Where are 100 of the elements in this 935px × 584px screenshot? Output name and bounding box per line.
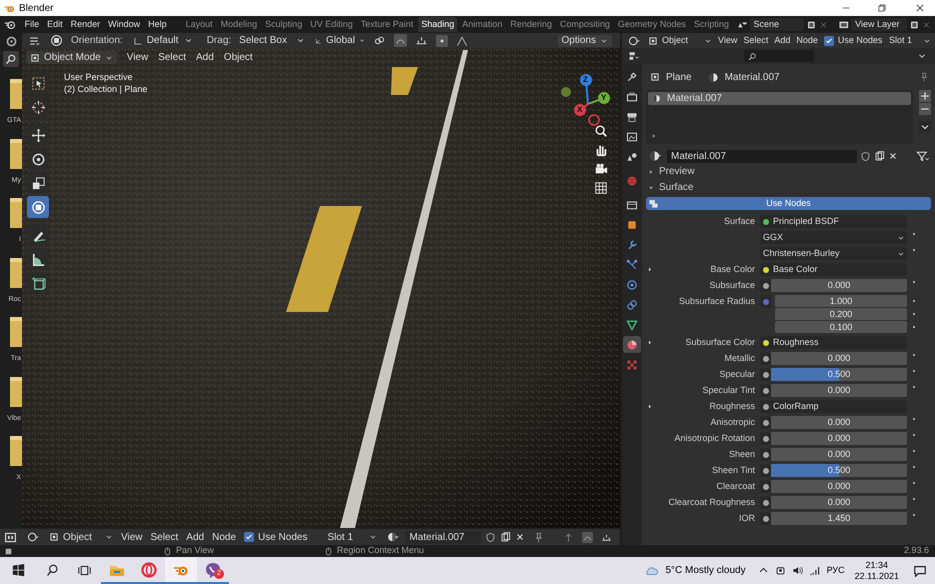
menu-item[interactable]: Window — [105, 18, 144, 32]
material-name-field[interactable]: Material.007 — [405, 530, 482, 544]
menu-item[interactable]: Help — [145, 18, 170, 32]
camera-icon[interactable] — [774, 565, 786, 576]
slot-dropdown[interactable]: Slot 1 — [889, 34, 931, 48]
panel-header[interactable]: Preview — [646, 164, 931, 179]
slot-dropdown[interactable]: Slot 1 — [327, 530, 378, 544]
expand-arrow-icon[interactable] — [651, 133, 657, 139]
workspace-tab[interactable]: Compositing — [556, 17, 613, 32]
keyframe-dot-icon[interactable] — [911, 352, 917, 358]
wifi-icon[interactable] — [808, 565, 820, 576]
tool-button[interactable] — [27, 72, 49, 94]
gear-icon[interactable] — [4, 35, 18, 48]
camera-icon[interactable] — [594, 162, 608, 176]
value-slider[interactable]: 1.450 — [771, 512, 907, 525]
restore-icon[interactable] — [877, 3, 887, 13]
workspace-tab[interactable]: Sculpting — [262, 17, 306, 32]
orientation-dropdown[interactable]: Default — [132, 33, 193, 48]
workspace-tab[interactable]: Shading — [418, 17, 458, 32]
workspace-tab[interactable]: Scripting — [690, 17, 732, 32]
drag-dropdown[interactable]: Select Box — [239, 33, 306, 48]
material-name-field[interactable]: Material.007 — [667, 150, 857, 162]
keyframe-dot-icon[interactable] — [911, 512, 917, 518]
task-view-icon[interactable] — [78, 564, 91, 577]
menu-item[interactable]: Add — [196, 50, 214, 65]
vector-component-field[interactable]: 1.000 — [775, 295, 907, 307]
checkbox-label[interactable]: Use Nodes — [258, 530, 308, 544]
menu-item[interactable]: Add — [186, 530, 204, 544]
pin-icon[interactable] — [533, 532, 544, 542]
tool-button[interactable] — [27, 248, 49, 270]
tool-button[interactable] — [27, 224, 49, 246]
workspace-tab[interactable]: Layout — [182, 17, 216, 32]
distribution-dropdown[interactable]: Christensen-Burley — [760, 247, 907, 260]
expand-arrow-icon[interactable] — [648, 267, 653, 272]
value-slider[interactable]: 0.000 — [771, 416, 907, 429]
add-icon[interactable] — [919, 90, 931, 102]
keyframe-dot-icon[interactable] — [911, 298, 917, 304]
menu-item[interactable]: Node — [212, 530, 236, 544]
expand-arrow-icon[interactable] — [648, 404, 653, 409]
editor-type-icon[interactable] — [4, 530, 17, 544]
linked-node-field[interactable]: Roughness — [771, 336, 907, 349]
transform-icon[interactable] — [50, 34, 63, 47]
notifications-icon[interactable] — [913, 564, 927, 578]
search-icon[interactable] — [3, 51, 19, 67]
menu-item[interactable]: Select — [150, 530, 178, 544]
search-field[interactable] — [744, 50, 814, 62]
folder-thumbnail[interactable] — [10, 258, 22, 288]
remove-icon[interactable] — [919, 103, 931, 115]
shader-type-icon[interactable] — [626, 34, 642, 46]
tool-button[interactable] — [27, 96, 49, 118]
copy-icon[interactable] — [500, 532, 512, 542]
taskbar-app-button[interactable] — [165, 557, 197, 584]
panel-header[interactable]: Surface — [646, 180, 931, 195]
close-icon[interactable] — [915, 3, 925, 13]
keyframe-dot-icon[interactable] — [911, 448, 917, 454]
menu-item[interactable]: Edit — [44, 18, 66, 32]
breadcrumb-item[interactable]: Plane — [666, 70, 692, 84]
keyframe-dot-icon[interactable] — [911, 368, 917, 374]
menu-item[interactable]: Render — [68, 18, 104, 32]
menu-item[interactable]: View — [718, 34, 738, 48]
linked-node-field[interactable]: Base Color — [771, 263, 907, 276]
folder-thumbnail[interactable] — [10, 436, 22, 466]
grid-icon[interactable] — [594, 181, 608, 195]
tool-button[interactable] — [27, 124, 49, 146]
copy-icon[interactable] — [874, 150, 885, 162]
view-layer-field[interactable]: View Layer — [851, 18, 908, 31]
value-slider[interactable]: 0.000 — [771, 448, 907, 461]
linked-node-field[interactable]: ColorRamp — [771, 400, 907, 413]
value-slider[interactable]: 0.000 — [771, 279, 907, 292]
menu-item[interactable]: File — [22, 18, 42, 32]
pin-icon[interactable] — [919, 72, 929, 82]
snap-icon[interactable] — [582, 532, 593, 542]
checkbox-label[interactable]: Use Nodes — [838, 34, 882, 48]
value-slider[interactable]: 0.000 — [771, 352, 907, 365]
menu-item[interactable]: View — [126, 50, 148, 65]
mode-dropdown[interactable]: Object Mode — [26, 51, 117, 64]
object-dropdown[interactable]: Object — [49, 530, 113, 544]
tool-button[interactable] — [27, 172, 49, 194]
shield-icon[interactable] — [860, 150, 871, 162]
workspace-tab[interactable]: Rendering — [507, 17, 555, 32]
keyframe-dot-icon[interactable] — [911, 311, 917, 317]
copy-icon[interactable] — [806, 18, 817, 30]
keyframe-dot-icon[interactable] — [911, 384, 917, 390]
workspace-tab[interactable]: Animation — [459, 17, 506, 32]
workspace-tab[interactable]: UV Editing — [307, 17, 356, 32]
scene-field[interactable]: Scene — [750, 18, 804, 31]
folder-thumbnail[interactable] — [10, 198, 22, 228]
slot-list-item[interactable]: Material.007 — [648, 92, 911, 105]
breadcrumb-item[interactable]: Material.007 — [724, 70, 780, 84]
material-icon[interactable] — [385, 531, 402, 543]
workspace-tab[interactable]: Modeling — [218, 17, 260, 32]
folder-thumbnail[interactable] — [10, 138, 22, 168]
use-nodes-button[interactable]: Use Nodes — [646, 197, 931, 210]
clock[interactable]: 21:34 22.11.2021 — [854, 560, 899, 582]
value-slider[interactable]: 0.500 — [771, 368, 907, 381]
value-slider[interactable]: 0.000 — [771, 432, 907, 445]
snap-icon[interactable] — [394, 34, 408, 47]
search-icon[interactable] — [46, 564, 59, 577]
use-nodes-checkbox[interactable] — [244, 532, 254, 542]
speaker-icon[interactable] — [792, 565, 803, 576]
